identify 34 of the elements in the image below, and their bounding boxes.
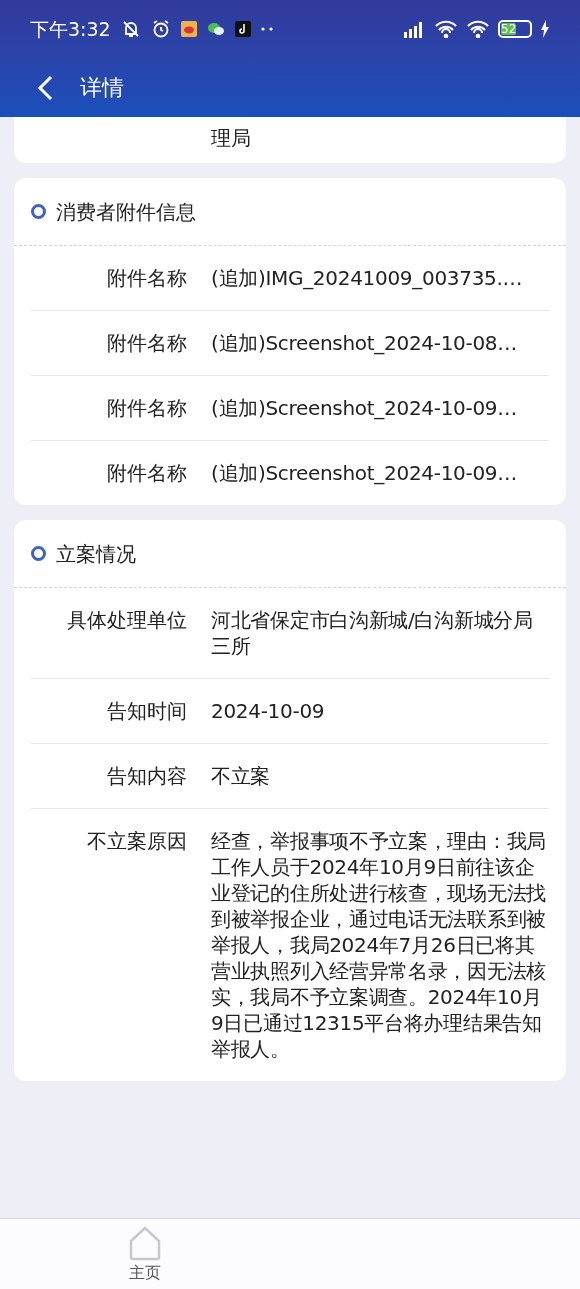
bullet-icon xyxy=(31,546,46,561)
section-title: 消费者附件信息 xyxy=(56,198,196,226)
field-value: (追加)Screenshot_2024-10-09… xyxy=(211,395,518,421)
field-label: 告知时间 xyxy=(106,698,187,724)
field-value: (追加)Screenshot_2024-10-09… xyxy=(211,460,518,486)
field-label: 附件名称 xyxy=(106,395,187,421)
music-note-icon xyxy=(234,21,251,37)
field-value: 经查，举报事项不予立案，理由：我局工作人员于2024年10月9日前往该企业登记的住所处进行核查，现场无法找到被举报企业，通过电话无法联系到被举报人，我局2024年7月26日已将其营业执照列入经营异常名录，因无法核实，我局不予立案调查。2024年10月9日已通过12315平台将办理结果告知举报人。 xyxy=(211,828,547,1062)
field-value: 理局 xyxy=(211,126,251,150)
app-icon xyxy=(180,21,197,37)
field-label: 附件名称 xyxy=(106,460,187,486)
field-value: (追加)Screenshot_2024-10-08… xyxy=(211,330,518,356)
bullet-icon xyxy=(31,204,46,219)
bell-off-icon xyxy=(120,19,141,39)
field-label: 不立案原因 xyxy=(86,828,187,855)
field-label: 告知内容 xyxy=(106,763,187,789)
field-value: 河北省保定市白沟新城/白沟新城分局三所 xyxy=(211,607,534,659)
chat-icon xyxy=(206,21,225,37)
page-title: 详情 xyxy=(80,74,124,102)
more-icon xyxy=(260,27,275,31)
wifi-icon xyxy=(466,20,490,38)
wifi-icon xyxy=(434,20,458,38)
charging-icon xyxy=(540,20,550,38)
section-title: 立案情况 xyxy=(56,540,136,568)
field-value: (追加)IMG_20241009_003735.… xyxy=(211,265,524,291)
home-icon xyxy=(127,1225,163,1261)
field-label: 附件名称 xyxy=(106,265,187,291)
back-icon[interactable] xyxy=(36,74,54,101)
field-value: 2024-10-09 xyxy=(211,698,326,724)
field-label: 具体处理单位 xyxy=(66,607,187,634)
battery-icon: 52 xyxy=(498,20,532,38)
status-time: 下午3:32 xyxy=(30,16,111,42)
field-value: 不立案 xyxy=(211,763,272,789)
field-label: 附件名称 xyxy=(106,330,187,356)
